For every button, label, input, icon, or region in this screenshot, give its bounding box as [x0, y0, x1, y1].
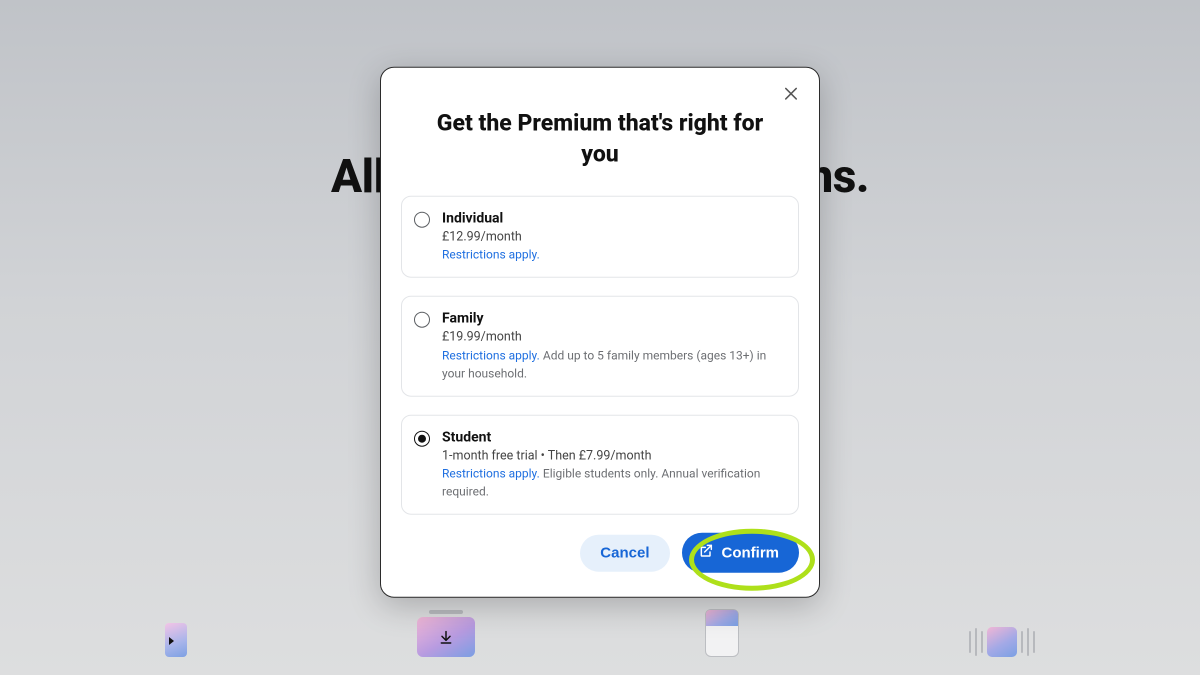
external-link-icon [698, 543, 714, 563]
thumb-play-icon [165, 623, 187, 657]
restrictions-link[interactable]: Restrictions apply. [442, 467, 540, 481]
plan-body: Individual £12.99/month Restrictions app… [442, 208, 540, 265]
thumb-queue-icon [969, 627, 1035, 657]
plan-price: £19.99/month [442, 329, 784, 347]
thumb-card-icon [705, 609, 739, 657]
feature-thumbnails [0, 609, 1200, 657]
confirm-label: Confirm [722, 545, 780, 562]
plan-body: Family £19.99/month Restrictions apply. … [442, 309, 784, 384]
plan-option-individual[interactable]: Individual £12.99/month Restrictions app… [401, 195, 799, 278]
plan-price: £12.99/month [442, 229, 540, 247]
confirm-button[interactable]: Confirm [682, 533, 800, 573]
plan-name: Individual [442, 208, 540, 228]
radio-icon-selected [414, 431, 430, 447]
plan-name: Student [442, 428, 784, 448]
close-icon[interactable] [779, 81, 803, 105]
radio-icon [414, 211, 430, 227]
restrictions-link[interactable]: Restrictions apply. [442, 348, 540, 362]
plan-body: Student 1-month free trial • Then £7.99/… [442, 428, 784, 503]
plan-option-student[interactable]: Student 1-month free trial • Then £7.99/… [401, 415, 799, 516]
plan-price: 1-month free trial • Then £7.99/month [442, 448, 784, 466]
radio-icon [414, 312, 430, 328]
modal-actions: Cancel Confirm [401, 533, 799, 573]
restrictions-link[interactable]: Restrictions apply. [442, 248, 540, 262]
modal-title: Get the Premium that's right for you [401, 89, 799, 195]
cancel-button[interactable]: Cancel [580, 535, 669, 572]
premium-plan-modal: Get the Premium that's right for you Ind… [380, 66, 820, 598]
plan-name: Family [442, 309, 784, 329]
thumb-download-icon [417, 610, 475, 657]
plan-option-family[interactable]: Family £19.99/month Restrictions apply. … [401, 296, 799, 397]
